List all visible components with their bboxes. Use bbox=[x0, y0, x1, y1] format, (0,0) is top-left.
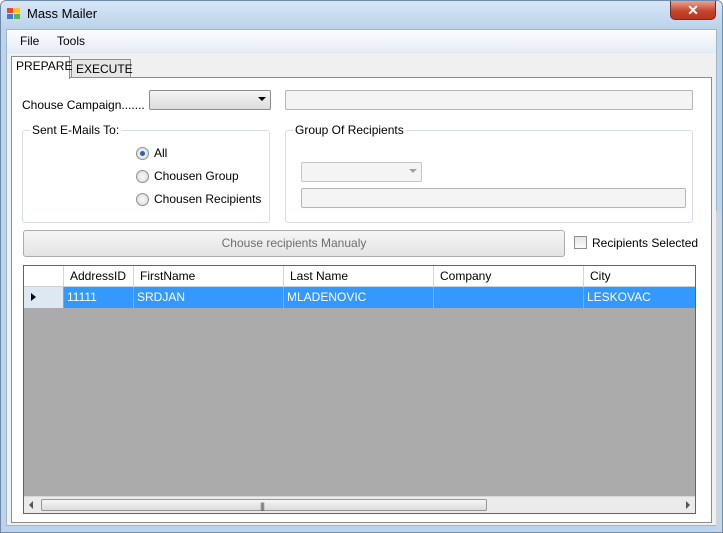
group-of-recipients-title: Group Of Recipients bbox=[293, 123, 406, 137]
campaign-combo[interactable] bbox=[149, 90, 271, 110]
campaign-info-field[interactable] bbox=[285, 90, 693, 110]
window-title: Mass Mailer bbox=[27, 6, 98, 21]
radio-all-label: All bbox=[154, 146, 168, 160]
radio-chousen-group-label: Chousen Group bbox=[154, 169, 239, 183]
grid-corner-cell bbox=[24, 266, 64, 287]
radio-unchecked-icon bbox=[136, 193, 149, 206]
scroll-left-icon[interactable] bbox=[29, 501, 33, 509]
scroll-right-icon[interactable] bbox=[686, 501, 690, 509]
menu-tools[interactable]: Tools bbox=[57, 34, 85, 48]
scrollbar-thumb[interactable]: ||| bbox=[41, 499, 487, 511]
cell-lastname[interactable]: MLADENOVIC bbox=[284, 287, 434, 308]
cell-city[interactable]: LESKOVAC bbox=[584, 287, 695, 308]
main-window: Mass Mailer ✕ File Tools PREPARE EXECUTE… bbox=[0, 0, 723, 533]
cell-company[interactable] bbox=[434, 287, 584, 308]
column-header-firstname[interactable]: FirstName bbox=[134, 266, 284, 287]
sent-to-title: Sent E-Mails To: bbox=[30, 123, 122, 137]
radio-chousen-recipients-label: Chousen Recipients bbox=[154, 192, 262, 206]
column-header-lastname[interactable]: Last Name bbox=[284, 266, 434, 287]
horizontal-scrollbar[interactable]: ||| bbox=[24, 496, 695, 513]
row-header[interactable] bbox=[24, 287, 64, 308]
tab-prepare[interactable]: PREPARE bbox=[11, 56, 72, 79]
group-of-recipients: Group Of Recipients bbox=[285, 123, 693, 223]
recipients-selected-label: Recipients Selected bbox=[592, 236, 699, 250]
prepare-tab-page: Chouse Campaign....... Sent E-Mails To: … bbox=[11, 77, 712, 523]
column-header-addressid[interactable]: AddressID bbox=[64, 266, 134, 287]
chevron-down-icon bbox=[409, 169, 417, 173]
app-icon bbox=[7, 8, 20, 19]
campaign-label: Chouse Campaign....... bbox=[22, 98, 145, 112]
menu-file[interactable]: File bbox=[20, 34, 39, 48]
radio-unchecked-icon bbox=[136, 170, 149, 183]
column-header-company[interactable]: Company bbox=[434, 266, 584, 287]
cell-firstname[interactable]: SRDJAN bbox=[134, 287, 284, 308]
sent-to-group: Sent E-Mails To: All Chousen Group Chous… bbox=[22, 123, 270, 223]
grid-header: AddressID FirstName Last Name Company Ci… bbox=[24, 266, 695, 287]
tab-execute[interactable]: EXECUTE bbox=[71, 59, 133, 79]
cell-addressid[interactable]: 11111 bbox=[64, 287, 134, 308]
close-button[interactable]: ✕ bbox=[670, 1, 716, 20]
current-row-icon bbox=[31, 293, 36, 301]
chevron-down-icon bbox=[258, 97, 266, 101]
radio-checked-icon bbox=[136, 147, 149, 160]
menu-bar: File Tools bbox=[7, 30, 716, 53]
close-icon: ✕ bbox=[687, 2, 699, 18]
title-bar[interactable]: Mass Mailer ✕ bbox=[1, 1, 722, 28]
choose-recipients-manually-button[interactable]: Chouse recipients Manualy bbox=[23, 230, 565, 257]
recipients-grid[interactable]: AddressID FirstName Last Name Company Ci… bbox=[23, 265, 696, 514]
group-combo[interactable] bbox=[301, 162, 422, 182]
grip-icon: ||| bbox=[260, 501, 265, 511]
recipients-selected-checkbox[interactable] bbox=[574, 236, 587, 249]
group-text-field[interactable] bbox=[301, 188, 686, 208]
column-header-city[interactable]: City bbox=[584, 266, 695, 287]
window-edge bbox=[716, 211, 722, 531]
table-row[interactable]: 11111 SRDJAN MLADENOVIC LESKOVAC bbox=[24, 287, 695, 308]
client-area: File Tools PREPARE EXECUTE Chouse Campai… bbox=[6, 29, 717, 526]
